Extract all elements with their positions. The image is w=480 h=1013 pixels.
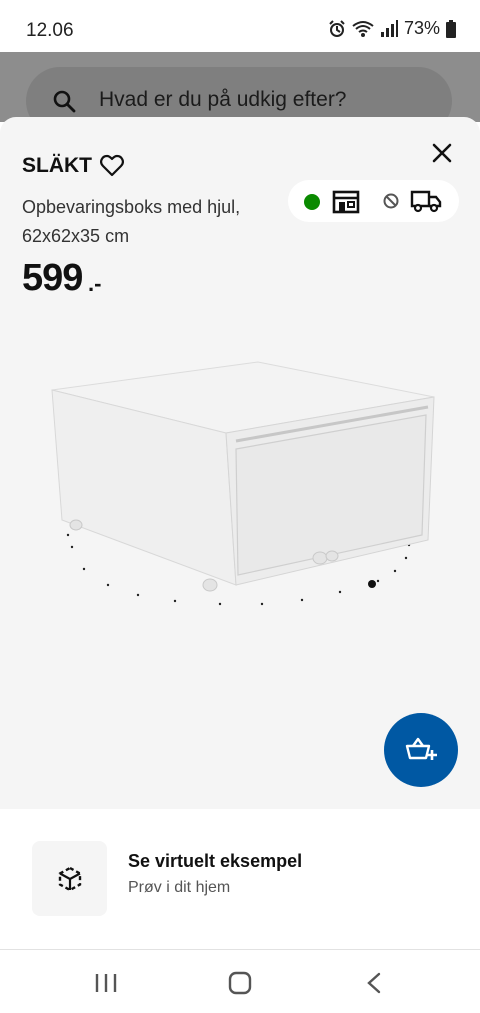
delivery-truck-icon [410, 190, 442, 213]
battery-percentage: 73% [403, 18, 440, 38]
status-bar: 12.06 73% [0, 0, 480, 52]
in-stock-dot [304, 194, 320, 210]
blocked-icon [383, 193, 399, 209]
alarm-icon [329, 19, 345, 37]
search-icon [53, 90, 76, 113]
product-image[interactable] [40, 345, 440, 625]
add-to-cart-icon [405, 737, 437, 760]
availability-indicator[interactable] [288, 180, 459, 222]
ar-cube-icon [58, 866, 81, 891]
back-icon[interactable] [366, 972, 382, 994]
product-name: SLÄKT [22, 154, 92, 177]
signal-icon [380, 19, 398, 37]
search-placeholder[interactable]: Hvad er du på udkig efter? [99, 88, 347, 112]
status-time: 12.06 [26, 20, 74, 41]
status-icons: 73% [328, 18, 456, 39]
store-icon [332, 190, 360, 214]
wifi-icon [352, 20, 374, 37]
ar-title[interactable]: Se virtuelt eksempel [128, 851, 302, 872]
recents-icon[interactable] [95, 973, 117, 993]
ar-tile[interactable] [32, 841, 107, 916]
home-icon[interactable] [228, 971, 252, 995]
close-icon[interactable] [432, 143, 452, 163]
battery-icon [446, 19, 456, 38]
heart-icon[interactable] [99, 153, 125, 179]
ar-subtitle: Prøv i dit hjem [128, 879, 231, 896]
add-to-cart-button[interactable] [384, 713, 458, 787]
price-suffix: .- [88, 271, 102, 296]
price: 599 [22, 257, 83, 299]
product-description: Opbevaringsboks med hjul, 62x62x35 cm [22, 197, 241, 246]
carousel-indicator [368, 580, 376, 588]
